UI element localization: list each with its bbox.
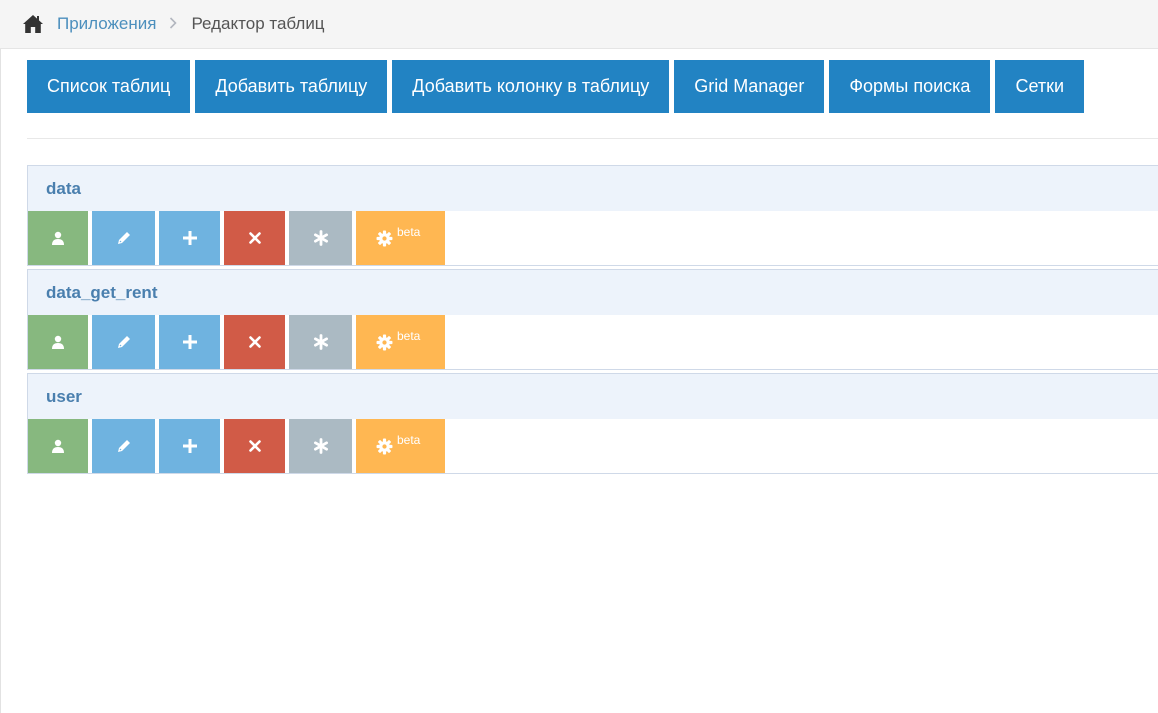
settings-beta-button[interactable]: beta bbox=[356, 419, 445, 473]
beta-label: beta bbox=[397, 329, 421, 343]
home-icon[interactable] bbox=[22, 14, 44, 34]
user-icon bbox=[52, 231, 64, 245]
times-icon bbox=[248, 232, 261, 244]
table-name: data_get_rent bbox=[28, 270, 1158, 315]
delete-button[interactable] bbox=[224, 315, 285, 369]
user-icon bbox=[52, 335, 64, 349]
asterisk-icon bbox=[313, 334, 328, 350]
times-icon bbox=[248, 440, 261, 452]
pencil-icon bbox=[117, 336, 130, 348]
add-table-button[interactable]: Добавить таблицу bbox=[195, 60, 388, 113]
breadcrumb-current: Редактор таблиц bbox=[191, 14, 325, 33]
edit-button[interactable] bbox=[92, 211, 155, 265]
delete-button[interactable] bbox=[224, 419, 285, 473]
grids-button[interactable]: Сетки bbox=[995, 60, 1085, 113]
edit-button[interactable] bbox=[92, 315, 155, 369]
search-forms-button[interactable]: Формы поиска bbox=[829, 60, 991, 113]
add-button[interactable] bbox=[159, 211, 220, 265]
table-name: user bbox=[28, 374, 1158, 419]
table-item: data_get_rent beta bbox=[27, 269, 1158, 370]
table-list-button[interactable]: Список таблиц bbox=[27, 60, 191, 113]
chevron-right-icon bbox=[169, 16, 178, 33]
table-actions: beta bbox=[28, 211, 1158, 265]
edit-button[interactable] bbox=[92, 419, 155, 473]
required-button[interactable] bbox=[289, 419, 352, 473]
required-button[interactable] bbox=[289, 315, 352, 369]
gear-icon bbox=[376, 334, 393, 351]
table-list: data beta data_get_rent beta user beta bbox=[27, 165, 1158, 477]
table-actions: beta bbox=[28, 315, 1158, 369]
plus-icon bbox=[182, 335, 197, 349]
asterisk-icon bbox=[313, 438, 328, 454]
beta-label: beta bbox=[397, 225, 421, 239]
permissions-button[interactable] bbox=[28, 211, 88, 265]
beta-label: beta bbox=[397, 433, 421, 447]
user-icon bbox=[52, 439, 64, 453]
add-button[interactable] bbox=[159, 315, 220, 369]
table-actions: beta bbox=[28, 419, 1158, 473]
main-toolbar: Список таблиц Добавить таблицу Добавить … bbox=[27, 60, 1085, 113]
plus-icon bbox=[182, 439, 197, 453]
pencil-icon bbox=[117, 232, 130, 244]
table-item: data beta bbox=[27, 165, 1158, 266]
breadcrumb: Приложения Редактор таблиц bbox=[0, 0, 1158, 49]
breadcrumb-link-apps[interactable]: Приложения bbox=[57, 14, 156, 34]
add-button[interactable] bbox=[159, 419, 220, 473]
divider bbox=[27, 138, 1158, 139]
gear-icon bbox=[376, 230, 393, 247]
asterisk-icon bbox=[313, 230, 328, 246]
gear-icon bbox=[376, 438, 393, 455]
permissions-button[interactable] bbox=[28, 315, 88, 369]
settings-beta-button[interactable]: beta bbox=[356, 211, 445, 265]
page-left-border bbox=[0, 49, 1, 713]
delete-button[interactable] bbox=[224, 211, 285, 265]
required-button[interactable] bbox=[289, 211, 352, 265]
permissions-button[interactable] bbox=[28, 419, 88, 473]
grid-manager-button[interactable]: Grid Manager bbox=[674, 60, 825, 113]
times-icon bbox=[248, 336, 261, 348]
add-column-button[interactable]: Добавить колонку в таблицу bbox=[392, 60, 670, 113]
table-item: user beta bbox=[27, 373, 1158, 474]
settings-beta-button[interactable]: beta bbox=[356, 315, 445, 369]
pencil-icon bbox=[117, 440, 130, 452]
plus-icon bbox=[182, 231, 197, 245]
table-name: data bbox=[28, 166, 1158, 211]
